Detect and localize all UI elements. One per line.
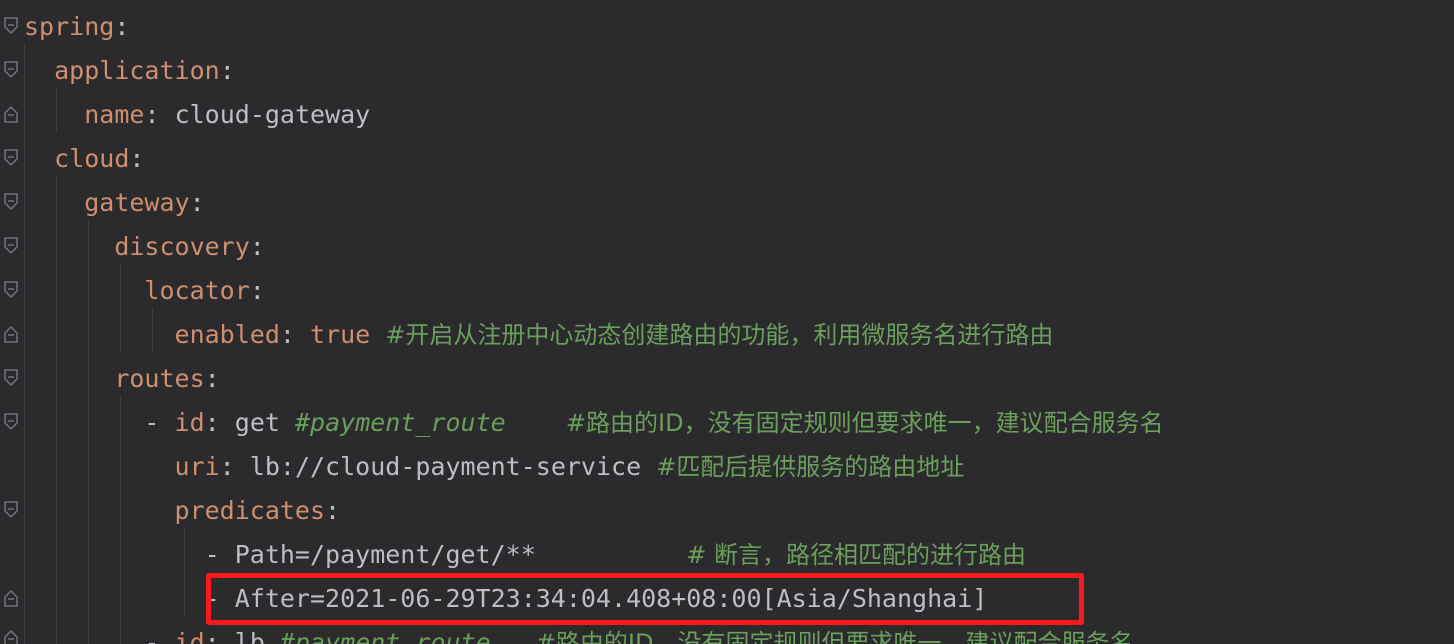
colon: : <box>219 56 235 85</box>
yaml-comment-italic: #payment_route <box>294 408 506 437</box>
highlight-annotation-box <box>206 573 1084 625</box>
yaml-value: lb://cloud-payment-service <box>249 452 642 481</box>
yaml-key: locator <box>144 276 250 305</box>
fold-gutter <box>0 0 24 644</box>
yaml-key: routes <box>114 364 205 393</box>
colon: : <box>189 188 205 217</box>
colon: : <box>204 364 220 393</box>
yaml-key: uri <box>174 452 220 481</box>
yaml-key: application <box>54 56 220 85</box>
colon: : <box>279 320 295 349</box>
colon: : <box>204 628 220 644</box>
yaml-key: id <box>174 628 205 644</box>
code-line-3[interactable]: name: cloud-gateway <box>24 93 370 137</box>
yaml-comment: #开启从注册中心动态创建路由的功能，利用微服务名进行路由 <box>385 321 1054 349</box>
code-line-11[interactable]: uri: lb://cloud-payment-service #匹配后提供服务… <box>24 445 965 489</box>
yaml-key: enabled <box>174 320 280 349</box>
code-line-6[interactable]: discovery: <box>24 225 265 269</box>
fold-end-icon[interactable] <box>3 325 19 343</box>
fold-open-icon[interactable] <box>3 413 19 431</box>
fold-open-icon[interactable] <box>3 17 19 35</box>
colon: : <box>325 496 341 525</box>
code-line-4[interactable]: cloud: <box>24 137 144 181</box>
yaml-key: cloud <box>54 144 130 173</box>
yaml-key: name <box>84 100 145 129</box>
colon: : <box>129 144 145 173</box>
fold-open-icon[interactable] <box>3 369 19 387</box>
yaml-key: predicates <box>174 496 326 525</box>
yaml-key: id <box>174 408 205 437</box>
fold-end-icon[interactable] <box>3 105 19 123</box>
fold-open-icon[interactable] <box>3 281 19 299</box>
code-line-5[interactable]: gateway: <box>24 181 205 225</box>
code-line-12[interactable]: predicates: <box>24 489 341 533</box>
colon: : <box>249 232 265 261</box>
list-dash: - <box>144 408 175 437</box>
colon: : <box>249 276 265 305</box>
code-line-2[interactable]: application: <box>24 49 235 93</box>
colon: : <box>204 408 220 437</box>
yaml-comment: #匹配后提供服务的路由地址 <box>656 453 965 481</box>
code-line-8[interactable]: enabled: true #开启从注册中心动态创建路由的功能，利用微服务名进行… <box>24 313 1054 357</box>
fold-open-icon[interactable] <box>3 149 19 167</box>
code-line-7[interactable]: locator: <box>24 269 265 313</box>
yaml-comment: #路由的ID，没有固定规则但要求唯一，建议配合服务名 <box>565 409 1164 437</box>
list-dash: - <box>144 628 175 644</box>
fold-open-icon[interactable] <box>3 61 19 79</box>
code-line-13[interactable]: - Path=/payment/get/** # 断言，路径相匹配的进行路由 <box>24 533 1026 577</box>
yaml-comment: # 断言，路径相匹配的进行路由 <box>686 541 1027 569</box>
colon: : <box>114 12 130 41</box>
yaml-key: discovery <box>114 232 250 261</box>
fold-end-icon[interactable] <box>3 589 19 607</box>
yaml-list-item: - Path=/payment/get/** <box>204 540 536 569</box>
code-line-9[interactable]: routes: <box>24 357 220 401</box>
yaml-comment: #路由的ID，没有固定规则但要求唯一，建议配合服务名 <box>535 629 1134 644</box>
yaml-boolean-value: true <box>310 320 371 349</box>
yaml-value: cloud-gateway <box>174 100 371 129</box>
yaml-value: lb <box>234 628 265 644</box>
yaml-value: get <box>234 408 280 437</box>
code-line-1[interactable]: spring: <box>24 5 129 49</box>
code-editor[interactable]: spring: application: name: cloud-gateway… <box>0 0 1454 644</box>
yaml-comment-italic: #payment_route <box>279 628 491 644</box>
colon: : <box>144 100 160 129</box>
fold-end-icon[interactable] <box>3 629 19 644</box>
code-line-10[interactable]: - id: get #payment_route #路由的ID，没有固定规则但要… <box>24 401 1164 445</box>
fold-open-icon[interactable] <box>3 193 19 211</box>
fold-open-icon[interactable] <box>3 501 19 519</box>
yaml-key: gateway <box>84 188 190 217</box>
fold-open-icon[interactable] <box>3 237 19 255</box>
colon: : <box>219 452 235 481</box>
yaml-key: spring <box>24 12 115 41</box>
